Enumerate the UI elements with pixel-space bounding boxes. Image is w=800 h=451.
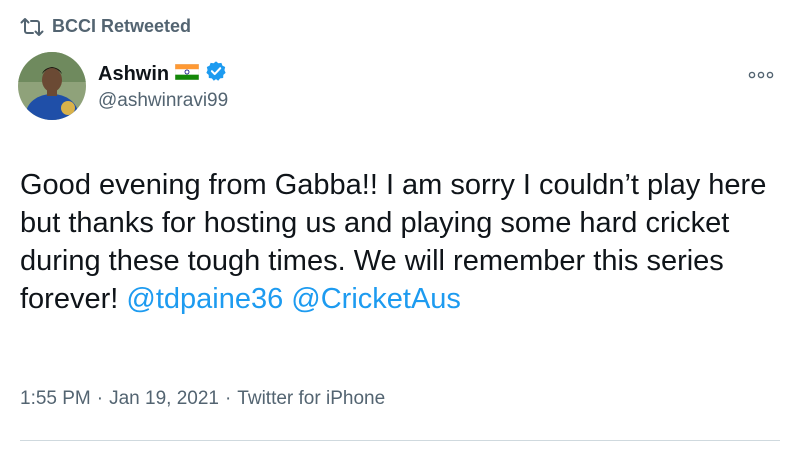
tweet-time[interactable]: 1:55 PM — [20, 388, 91, 410]
author-handle[interactable]: @ashwinravi99 — [98, 90, 228, 112]
avatar[interactable] — [18, 52, 86, 120]
india-flag-icon — [174, 63, 200, 86]
meta-separator: · — [224, 388, 232, 409]
tweet-card: BCCI Retweeted Ashwin @ashwinravi99 Good… — [0, 0, 800, 451]
verified-badge-icon — [205, 60, 227, 88]
retweet-icon — [20, 17, 44, 37]
mention-cricketaus[interactable]: @CricketAus — [291, 283, 461, 315]
tweet-meta: 1:55 PM · Jan 19, 2021 · Twitter for iPh… — [20, 388, 385, 410]
tweet-date[interactable]: Jan 19, 2021 — [109, 388, 219, 410]
author-name-row: Ashwin — [98, 60, 228, 88]
author-names: Ashwin @ashwinravi99 — [98, 60, 228, 112]
retweet-label[interactable]: BCCI Retweeted — [52, 16, 191, 37]
tweet-text: Good evening from Gabba!! I am sorry I c… — [20, 166, 790, 318]
retweet-context: BCCI Retweeted — [20, 16, 191, 37]
divider — [20, 440, 780, 441]
author-name[interactable]: Ashwin — [98, 63, 169, 86]
more-options-icon[interactable] — [746, 66, 776, 84]
tweet-header: Ashwin @ashwinravi99 — [18, 52, 228, 120]
mention-tdpaine36[interactable]: @tdpaine36 — [126, 283, 283, 315]
meta-separator: · — [96, 388, 104, 409]
tweet-source[interactable]: Twitter for iPhone — [237, 388, 385, 410]
